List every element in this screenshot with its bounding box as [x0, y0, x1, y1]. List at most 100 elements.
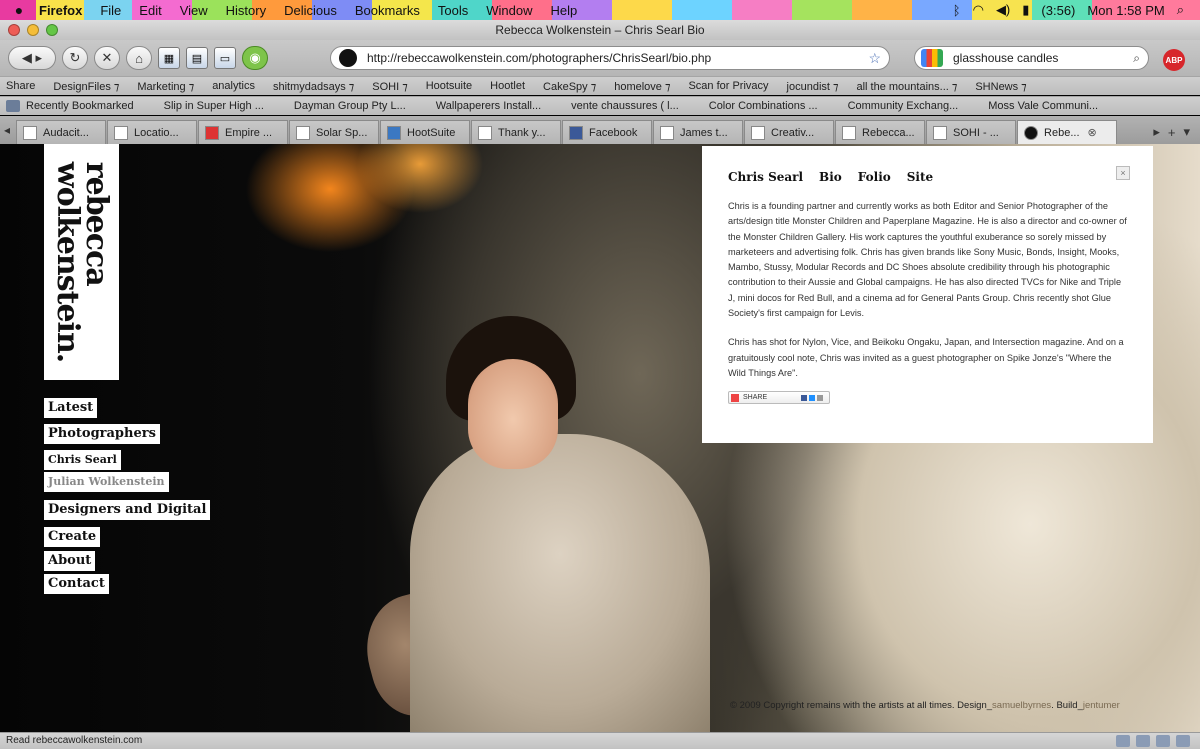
bookmark-item[interactable]: homelove ⁊	[614, 80, 670, 93]
zoom-window-icon[interactable]	[46, 24, 58, 36]
addon-icon[interactable]	[1176, 735, 1190, 747]
bookmark-item[interactable]: shitmydadsays ⁊	[273, 80, 354, 93]
tab[interactable]: James t...	[653, 120, 744, 144]
addon-icon[interactable]	[1136, 735, 1150, 747]
bluetooth-icon[interactable]: ᛒ	[953, 3, 961, 18]
bookmark-item[interactable]: Marketing ⁊	[137, 80, 194, 93]
tab-active[interactable]: Rebe... ⊗	[1017, 120, 1118, 144]
new-tab-icon[interactable]: +	[1168, 125, 1176, 140]
bookmark-item[interactable]: vente chaussures ( l...	[571, 100, 679, 112]
bookmark-manager-icon[interactable]: ▦	[158, 47, 180, 69]
search-icon[interactable]: ⌕	[1133, 51, 1140, 66]
url-bar[interactable]: http://rebeccawolkenstein.com/photograph…	[330, 46, 890, 70]
menu-history[interactable]: History	[217, 3, 275, 18]
tab-chris-searl[interactable]: Chris Searl	[728, 170, 803, 184]
menu-edit[interactable]: Edit	[130, 3, 170, 18]
nav-contact[interactable]: Contact	[44, 574, 109, 594]
menu-delicious[interactable]: Delicious	[275, 3, 346, 18]
menu-app[interactable]: Firefox	[30, 3, 91, 18]
addon-icon[interactable]	[1116, 735, 1130, 747]
menu-bookmarks[interactable]: Bookmarks	[346, 3, 429, 18]
wifi-icon[interactable]: ◠	[973, 2, 984, 18]
menu-file[interactable]: File	[91, 3, 130, 18]
nav-photographers[interactable]: Photographers	[44, 424, 160, 444]
tab-close-icon[interactable]: ⊗	[1088, 126, 1097, 139]
bookmark-item[interactable]: Share	[6, 80, 35, 92]
menu-help[interactable]: Help	[542, 3, 587, 18]
tab[interactable]: Empire ...	[198, 120, 289, 144]
search-input[interactable]: glasshouse candles	[953, 51, 1058, 65]
minimize-window-icon[interactable]	[27, 24, 39, 36]
bookmark-item[interactable]: Wallpaperers Install...	[436, 100, 541, 112]
briefcase-icon[interactable]: ▭	[214, 47, 236, 69]
back-forward-button[interactable]: ◀ ▸	[8, 46, 56, 70]
bookmark-item[interactable]: jocundist ⁊	[787, 80, 839, 93]
reload-button[interactable]: ↻	[62, 46, 88, 70]
menu-view[interactable]: View	[171, 3, 217, 18]
bookmark-item[interactable]: Dayman Group Pty L...	[294, 100, 406, 112]
bookmark-item[interactable]: DesignFiles ⁊	[53, 80, 119, 93]
bookmark-item[interactable]: all the mountains... ⁊	[856, 80, 957, 93]
bookmark-item[interactable]: Community Exchang...	[848, 100, 959, 112]
bookmark-item[interactable]: Hootsuite	[426, 80, 472, 92]
share-service-icons	[801, 394, 824, 401]
stop-button[interactable]: ✕	[94, 46, 120, 70]
menu-window[interactable]: Window	[477, 3, 541, 18]
tab[interactable]: Locatio...	[107, 120, 198, 144]
bookmark-item[interactable]: SOHI ⁊	[372, 80, 407, 93]
addon-icon[interactable]	[1156, 735, 1170, 747]
tab-label: Thank y...	[498, 126, 546, 139]
google-search-icon[interactable]	[921, 49, 943, 67]
home-button[interactable]: ⌂	[126, 46, 152, 70]
site-logo[interactable]: rebecca wolkenstein.	[44, 144, 119, 380]
nav-latest[interactable]: Latest	[44, 398, 98, 418]
tab[interactable]: Facebook	[562, 120, 653, 144]
tab-list-icon[interactable]: ▾	[1183, 124, 1190, 140]
bookmark-item[interactable]: Moss Vale Communi...	[988, 100, 1098, 112]
volume-icon[interactable]: ◀)	[996, 2, 1010, 18]
delicious-icon[interactable]: ▤	[186, 47, 208, 69]
apple-icon[interactable]: ●	[8, 2, 30, 18]
bookmark-item[interactable]: analytics	[212, 80, 255, 92]
share-button[interactable]: SHARE	[728, 391, 831, 405]
tab[interactable]: Rebecca...	[835, 120, 926, 144]
clock[interactable]: Mon 1:58 PM	[1087, 3, 1164, 18]
tab[interactable]: Solar Sp...	[289, 120, 380, 144]
greasemonkey-icon[interactable]: ◉	[242, 46, 268, 70]
nav-designers-digital[interactable]: Designers and Digital	[44, 500, 211, 520]
tab-site[interactable]: Site	[907, 170, 933, 184]
tab[interactable]: Thank y...	[471, 120, 562, 144]
footer-build-link[interactable]: jentumer	[1083, 700, 1120, 711]
flag-icon[interactable]: ▮	[1022, 2, 1029, 18]
recently-bookmarked[interactable]: Recently Bookmarked	[6, 100, 134, 113]
search-bar[interactable]: glasshouse candles ⌕	[914, 46, 1149, 70]
bookmark-item[interactable]: Hootlet	[490, 80, 525, 92]
spotlight-icon[interactable]: ⌕	[1177, 2, 1184, 18]
tab[interactable]: SOHI - ...	[926, 120, 1017, 144]
bookmark-item[interactable]: SHNews ⁊	[975, 80, 1026, 93]
tab[interactable]: Audacit...	[16, 120, 107, 144]
bookmark-item[interactable]: Slip in Super High ...	[164, 100, 264, 112]
tab-label: Rebecca...	[862, 126, 915, 139]
nav-julian-wolkenstein[interactable]: Julian Wolkenstein	[44, 472, 169, 492]
browser-window: ● Firefox File Edit View History Delicio…	[0, 0, 1200, 749]
tab-bio[interactable]: Bio	[819, 170, 842, 184]
nav-chris-searl[interactable]: Chris Searl	[44, 450, 121, 470]
bookmark-item[interactable]: CakeSpy ⁊	[543, 80, 596, 93]
tab[interactable]: HootSuite	[380, 120, 471, 144]
bookmark-item[interactable]: Color Combinations ...	[709, 100, 818, 112]
bookmark-item[interactable]: Scan for Privacy	[688, 80, 768, 92]
adblock-icon[interactable]: ABP	[1163, 49, 1185, 71]
tab[interactable]: Creativ...	[744, 120, 835, 144]
footer-design-link[interactable]: samuelbyrnes	[992, 700, 1051, 711]
bookmark-star-icon[interactable]: ☆	[868, 50, 881, 67]
tab-folio[interactable]: Folio	[858, 170, 891, 184]
tab-scroll-right-icon[interactable]: ▸	[1153, 124, 1160, 140]
tab-scroll-left-icon[interactable]: ◂	[4, 123, 10, 137]
nav-create[interactable]: Create	[44, 527, 101, 547]
close-window-icon[interactable]	[8, 24, 20, 36]
close-panel-icon[interactable]: ×	[1116, 166, 1130, 180]
battery-status[interactable]: (3:56)	[1041, 3, 1075, 18]
nav-about[interactable]: About	[44, 551, 96, 571]
menu-tools[interactable]: Tools	[429, 3, 477, 18]
